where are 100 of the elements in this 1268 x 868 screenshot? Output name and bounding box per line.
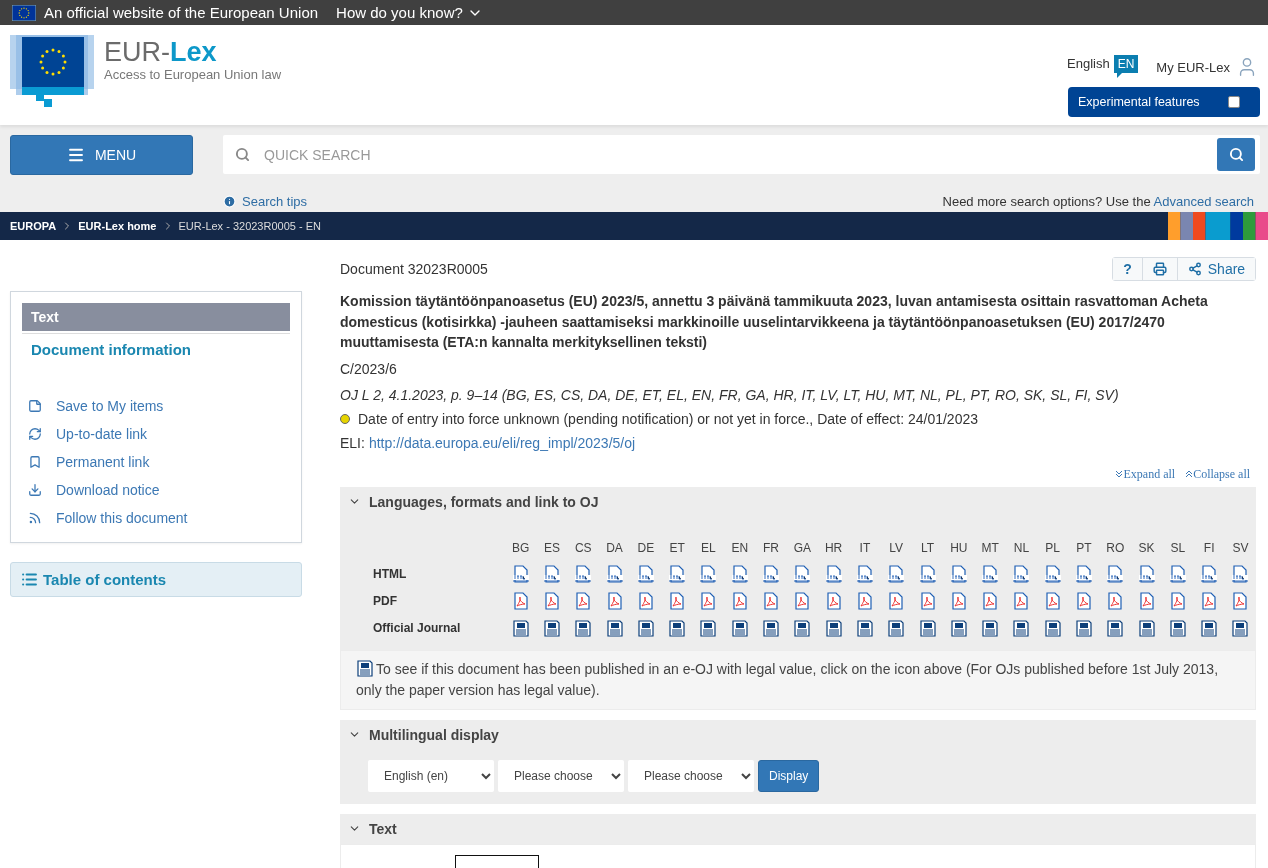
- journal-icon[interactable]: [793, 619, 812, 637]
- my-eur-lex-button[interactable]: My EUR-Lex: [1156, 56, 1258, 78]
- pdf-file-icon[interactable]: [1168, 592, 1187, 610]
- journal-icon[interactable]: [824, 619, 843, 637]
- journal-icon[interactable]: [949, 619, 968, 637]
- search-button[interactable]: [1217, 138, 1255, 171]
- pdf-file-icon[interactable]: [511, 592, 530, 610]
- html-file-icon[interactable]: [793, 565, 812, 583]
- journal-icon[interactable]: [1168, 619, 1187, 637]
- pdf-file-icon[interactable]: [762, 592, 780, 610]
- html-file-icon[interactable]: [1043, 565, 1062, 583]
- html-file-icon[interactable]: [887, 565, 906, 583]
- html-file-icon[interactable]: [1012, 565, 1031, 583]
- pdf-file-icon[interactable]: [1075, 592, 1093, 610]
- journal-icon[interactable]: [1137, 619, 1156, 637]
- pdf-file-icon[interactable]: [1106, 592, 1125, 610]
- html-file-icon[interactable]: [1075, 565, 1093, 583]
- pdf-file-icon[interactable]: [574, 592, 593, 610]
- how-do-you-know-button[interactable]: How do you know?: [336, 4, 483, 21]
- checkbox[interactable]: [1228, 96, 1240, 108]
- journal-icon[interactable]: [762, 619, 780, 637]
- pdf-file-icon[interactable]: [605, 592, 624, 610]
- html-file-icon[interactable]: [668, 565, 687, 583]
- html-file-icon[interactable]: [949, 565, 968, 583]
- journal-icon[interactable]: [855, 619, 874, 637]
- pdf-file-icon[interactable]: [1012, 592, 1031, 610]
- html-file-icon[interactable]: [574, 565, 593, 583]
- journal-icon[interactable]: [699, 619, 718, 637]
- html-file-icon[interactable]: [824, 565, 843, 583]
- section-header[interactable]: Multilingual display: [340, 719, 1257, 750]
- journal-icon[interactable]: [1106, 619, 1125, 637]
- advanced-search-link[interactable]: Advanced search: [1153, 193, 1254, 209]
- journal-icon[interactable]: [511, 619, 530, 637]
- pdf-file-icon[interactable]: [730, 592, 749, 610]
- sidebar-action-link[interactable]: Download notice: [28, 480, 290, 500]
- journal-icon[interactable]: [1231, 619, 1250, 637]
- sidebar-action-link[interactable]: Follow this document: [28, 508, 290, 528]
- display-button[interactable]: Display: [758, 759, 820, 792]
- pdf-file-icon[interactable]: [636, 592, 655, 610]
- html-file-icon[interactable]: [918, 565, 937, 583]
- menu-button[interactable]: MENU: [10, 135, 193, 175]
- html-file-icon[interactable]: [1106, 565, 1125, 583]
- pdf-file-icon[interactable]: [668, 592, 687, 610]
- pdf-file-icon[interactable]: [855, 592, 874, 610]
- html-file-icon[interactable]: [605, 565, 624, 583]
- journal-icon[interactable]: [1075, 619, 1093, 637]
- html-file-icon[interactable]: [699, 565, 718, 583]
- html-file-icon[interactable]: [730, 565, 749, 583]
- sidebar-tab[interactable]: Text: [22, 303, 290, 333]
- breadcrumb-link[interactable]: EUR-Lex - 32023R0005 - EN: [178, 220, 321, 232]
- pdf-file-icon[interactable]: [1043, 592, 1062, 610]
- journal-icon[interactable]: [636, 619, 655, 637]
- breadcrumb-link[interactable]: EUR-Lex home: [78, 220, 157, 232]
- html-file-icon[interactable]: [762, 565, 780, 583]
- site-title[interactable]: EUR-Lex: [104, 37, 282, 67]
- pdf-file-icon[interactable]: [542, 592, 561, 610]
- pdf-file-icon[interactable]: [1200, 592, 1219, 610]
- html-file-icon[interactable]: [1137, 565, 1156, 583]
- sidebar-action-link[interactable]: Up-to-date link: [28, 424, 290, 444]
- language-button[interactable]: English EN: [1067, 55, 1139, 79]
- language-select[interactable]: Please choose: [498, 759, 624, 792]
- html-file-icon[interactable]: [1231, 565, 1250, 583]
- html-file-icon[interactable]: [855, 565, 874, 583]
- eur-lex-logo[interactable]: [10, 35, 94, 107]
- search-bar[interactable]: QUICK SEARCH: [223, 135, 1260, 174]
- html-file-icon[interactable]: [1200, 565, 1219, 583]
- pdf-file-icon[interactable]: [824, 592, 843, 610]
- sidebar-action-link[interactable]: Save to My items: [28, 396, 290, 416]
- html-file-icon[interactable]: [636, 565, 655, 583]
- journal-icon[interactable]: [730, 619, 749, 637]
- share-button[interactable]: Share: [1176, 258, 1256, 280]
- breadcrumb-link[interactable]: EUROPA: [10, 220, 57, 232]
- language-select[interactable]: Please choose: [628, 759, 754, 792]
- pdf-file-icon[interactable]: [1231, 592, 1250, 610]
- sidebar-tab[interactable]: Document information: [22, 335, 290, 364]
- journal-icon[interactable]: [918, 619, 937, 637]
- sidebar-action-link[interactable]: Permanent link: [28, 452, 290, 472]
- search-tips-link[interactable]: Search tips: [223, 193, 308, 209]
- html-file-icon[interactable]: [542, 565, 561, 583]
- journal-icon[interactable]: [887, 619, 906, 637]
- pdf-file-icon[interactable]: [1137, 592, 1156, 610]
- pdf-file-icon[interactable]: [793, 592, 812, 610]
- table-of-contents-button[interactable]: Table of contents: [10, 562, 302, 597]
- experimental-features-toggle[interactable]: Experimental features: [1068, 87, 1260, 117]
- journal-icon[interactable]: [574, 619, 593, 637]
- html-file-icon[interactable]: [511, 565, 530, 583]
- eli-link[interactable]: http://data.europa.eu/eli/reg_impl/2023/5/oj: [368, 434, 636, 451]
- help-button[interactable]: ?: [1113, 258, 1142, 280]
- pdf-file-icon[interactable]: [699, 592, 718, 610]
- section-header[interactable]: Languages, formats and link to OJ: [340, 486, 1257, 517]
- journal-icon[interactable]: [1200, 619, 1219, 637]
- pdf-file-icon[interactable]: [887, 592, 906, 610]
- pdf-file-icon[interactable]: [949, 592, 968, 610]
- journal-icon[interactable]: [668, 619, 687, 637]
- journal-icon[interactable]: [542, 619, 561, 637]
- collapse-all-link[interactable]: Collapse all: [1185, 466, 1251, 483]
- journal-icon[interactable]: [605, 619, 624, 637]
- pdf-file-icon[interactable]: [981, 592, 1000, 610]
- journal-icon[interactable]: [981, 619, 1000, 637]
- journal-icon[interactable]: [1012, 619, 1031, 637]
